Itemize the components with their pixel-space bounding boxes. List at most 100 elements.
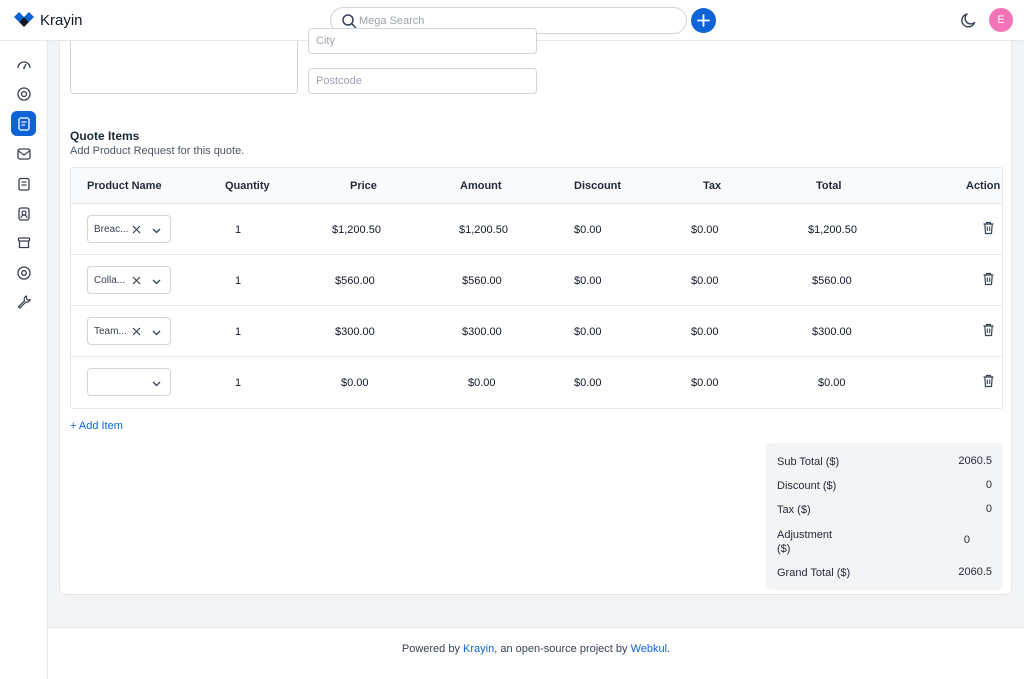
- sidebar-item-activities[interactable]: [11, 171, 36, 196]
- sidebar-item-settings[interactable]: [11, 260, 36, 285]
- sidebar-item-configuration[interactable]: [11, 289, 36, 314]
- col-product-name: Product Name: [87, 180, 162, 192]
- amount: $300.00: [462, 326, 502, 338]
- chevron-down-icon[interactable]: [151, 378, 162, 389]
- amount: $560.00: [462, 275, 502, 287]
- grand-total-label: Grand Total ($): [777, 567, 851, 579]
- sidebar-item-products[interactable]: [11, 230, 36, 255]
- discount[interactable]: $0.00: [574, 377, 602, 389]
- chevron-down-icon[interactable]: [151, 327, 162, 338]
- quantity[interactable]: 1: [235, 377, 241, 389]
- sidebar-item-quotes[interactable]: [11, 111, 36, 136]
- product-select[interactable]: Colla...: [87, 266, 171, 294]
- city-field[interactable]: City: [308, 28, 537, 54]
- quantity[interactable]: 1: [235, 326, 241, 338]
- product-select[interactable]: Breac...: [87, 215, 171, 243]
- clear-icon[interactable]: [131, 275, 142, 286]
- col-price: Price: [350, 180, 377, 192]
- mail-icon: [16, 147, 31, 160]
- search-icon: [342, 14, 357, 29]
- plus-icon: [697, 14, 710, 27]
- price[interactable]: $1,200.50: [332, 224, 381, 236]
- chevron-down-icon[interactable]: [151, 225, 162, 236]
- app-logo[interactable]: Krayin: [13, 11, 83, 29]
- wrench-icon: [17, 294, 31, 309]
- table-row: Breac... 1 $1,200.50 $1,200.50 $0.00 $0.…: [71, 204, 1002, 255]
- page-footer: Powered by Krayin, an open-source projec…: [48, 627, 1024, 679]
- user-avatar[interactable]: E: [989, 8, 1013, 32]
- quote-items-subtitle: Add Product Request for this quote.: [70, 145, 245, 157]
- trash-icon[interactable]: [982, 272, 995, 286]
- discount[interactable]: $0.00: [574, 224, 602, 236]
- sidebar-item-dashboard[interactable]: [11, 52, 36, 77]
- discount-label: Discount ($): [777, 480, 837, 492]
- footer-suffix: .: [667, 643, 671, 655]
- contacts-icon: [17, 206, 30, 221]
- total: $300.00: [812, 326, 852, 338]
- sidebar-item-leads[interactable]: [11, 81, 36, 106]
- col-quantity: Quantity: [225, 180, 270, 192]
- price[interactable]: $300.00: [335, 326, 375, 338]
- app-name: Krayin: [40, 11, 83, 29]
- price[interactable]: $560.00: [335, 275, 375, 287]
- table-header: Product Name Quantity Price Amount Disco…: [71, 168, 1002, 204]
- settings-icon: [16, 265, 31, 280]
- quantity[interactable]: 1: [235, 224, 241, 236]
- product-select[interactable]: [87, 368, 171, 396]
- tax[interactable]: $0.00: [691, 275, 719, 287]
- discount[interactable]: $0.00: [574, 326, 602, 338]
- table-row: 1 $0.00 $0.00 $0.00 $0.00 $0.00: [71, 357, 1002, 408]
- sub-total-label: Sub Total ($): [777, 456, 840, 468]
- tax-label: Tax ($): [777, 504, 811, 516]
- amount: $1,200.50: [459, 224, 508, 236]
- clear-icon[interactable]: [131, 326, 142, 337]
- adjustment-label-unit: ($): [777, 543, 791, 555]
- tax[interactable]: $0.00: [691, 224, 719, 236]
- trash-icon[interactable]: [982, 374, 995, 388]
- tax[interactable]: $0.00: [691, 326, 719, 338]
- tax-value: 0: [985, 503, 992, 515]
- trash-icon[interactable]: [982, 323, 995, 337]
- products-icon: [17, 236, 30, 248]
- total: $560.00: [812, 275, 852, 287]
- col-amount: Amount: [460, 180, 502, 192]
- postcode-field[interactable]: Postcode: [308, 68, 537, 94]
- address-textarea[interactable]: [70, 41, 298, 94]
- dark-mode-toggle-icon[interactable]: [960, 11, 978, 29]
- sidebar: [0, 41, 48, 679]
- quotes-icon: [17, 116, 30, 131]
- quote-form-card: City Postcode Quote Items Add Product Re…: [59, 28, 1012, 595]
- footer-prefix: Powered by: [401, 643, 464, 655]
- product-select[interactable]: Team...: [87, 317, 171, 345]
- discount[interactable]: $0.00: [574, 275, 602, 287]
- krayin-logo-icon: [14, 12, 34, 27]
- dashboard-icon: [16, 60, 31, 69]
- chevron-down-icon[interactable]: [151, 276, 162, 287]
- total: $1,200.50: [808, 224, 857, 236]
- sidebar-item-contacts[interactable]: [11, 201, 36, 226]
- quote-items-table: Product Name Quantity Price Amount Disco…: [70, 167, 1003, 409]
- col-tax: Tax: [703, 180, 722, 192]
- leads-icon: [16, 86, 31, 101]
- totals-summary: Sub Total ($) 2060.5 Discount ($) 0 Tax …: [766, 443, 1003, 590]
- add-item-link[interactable]: + Add Item: [70, 420, 123, 432]
- quantity[interactable]: 1: [235, 275, 241, 287]
- clear-icon[interactable]: [131, 224, 142, 235]
- table-row: Team... 1 $300.00 $300.00 $0.00 $0.00 $3…: [71, 306, 1002, 357]
- price[interactable]: $0.00: [341, 377, 369, 389]
- tax[interactable]: $0.00: [691, 377, 719, 389]
- activities-icon: [17, 177, 30, 191]
- product-name: Team...: [94, 326, 127, 337]
- quick-create-button[interactable]: [691, 8, 716, 33]
- trash-icon[interactable]: [982, 221, 995, 235]
- footer-middle: , an open-source project by: [494, 643, 631, 655]
- adjustment-value[interactable]: 0: [964, 534, 970, 546]
- krayin-link[interactable]: Krayin: [463, 643, 494, 655]
- col-action: Action: [966, 180, 1001, 192]
- discount-value[interactable]: 0: [986, 479, 992, 491]
- col-total: Total: [816, 180, 842, 192]
- webkul-link[interactable]: Webkul: [631, 643, 667, 655]
- amount: $0.00: [468, 377, 496, 389]
- sidebar-item-mail[interactable]: [11, 141, 36, 166]
- sub-total-value: 2060.5: [958, 455, 992, 467]
